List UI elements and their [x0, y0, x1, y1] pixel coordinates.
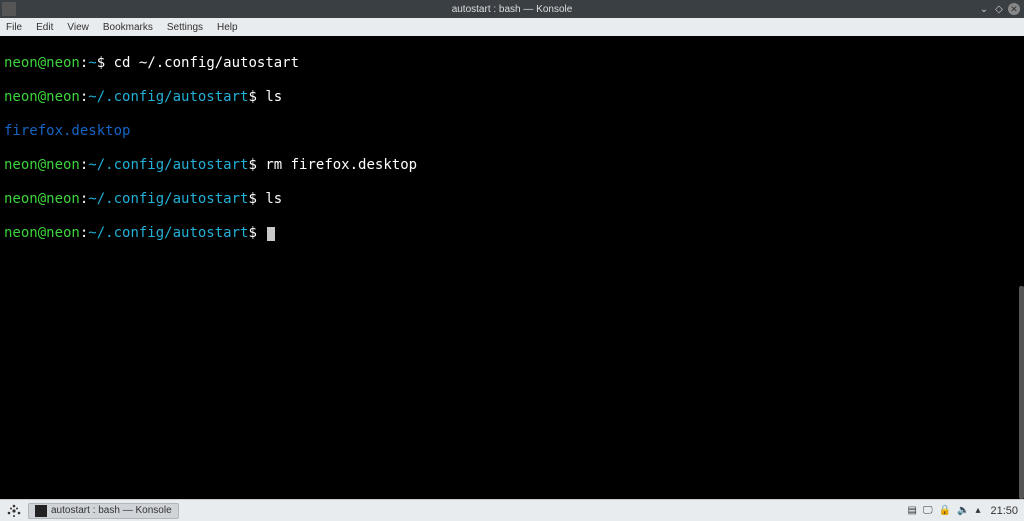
output-text: firefox.desktop	[4, 123, 130, 139]
app-icon	[2, 2, 16, 16]
prompt-user: neon@neon	[4, 225, 80, 241]
menu-view[interactable]: View	[67, 22, 89, 33]
terminal-line: neon@neon:~/.config/autostart$ ls	[4, 191, 1020, 208]
menu-file[interactable]: File	[6, 22, 22, 33]
menu-settings[interactable]: Settings	[167, 22, 203, 33]
prompt-user: neon@neon	[4, 55, 80, 71]
taskbar-task-konsole[interactable]: autostart : bash — Konsole	[28, 503, 179, 519]
tray-expand-icon[interactable]: ▴	[975, 505, 980, 516]
cursor-block	[267, 227, 275, 241]
terminal-scrollbar[interactable]	[1019, 286, 1024, 499]
terminal-line: neon@neon:~/.config/autostart$ ls	[4, 89, 1020, 106]
close-button[interactable]: ✕	[1008, 3, 1020, 15]
terminal-line: firefox.desktop	[4, 123, 1020, 140]
menu-bookmarks[interactable]: Bookmarks	[103, 22, 153, 33]
prompt-user: neon@neon	[4, 191, 80, 207]
menu-help[interactable]: Help	[217, 22, 238, 33]
command-text: cd ~/.config/autostart	[114, 55, 299, 71]
prompt-path: ~/.config/autostart	[88, 225, 248, 241]
command-text: ls	[265, 89, 282, 105]
window-controls: ⌄ ◇ ✕	[978, 3, 1020, 15]
command-text: rm firefox.desktop	[265, 157, 417, 173]
menubar: File Edit View Bookmarks Settings Help	[0, 18, 1024, 36]
command-text: ls	[265, 191, 282, 207]
display-tray-icon[interactable]: 🖵	[923, 505, 933, 516]
system-tray: ▤ 🖵 🔒 🔈 ▴ 21:50	[907, 505, 1018, 517]
maximize-button[interactable]: ◇	[993, 3, 1005, 15]
terminal-line: neon@neon:~$ cd ~/.config/autostart	[4, 55, 1020, 72]
terminal-line: neon@neon:~/.config/autostart$	[4, 225, 1020, 242]
task-label: autostart : bash — Konsole	[51, 505, 172, 516]
window-titlebar: autostart : bash — Konsole ⌄ ◇ ✕	[0, 0, 1024, 18]
prompt-path: ~/.config/autostart	[88, 157, 248, 173]
volume-tray-icon[interactable]: 🔈	[957, 505, 969, 516]
taskbar: autostart : bash — Konsole ▤ 🖵 🔒 🔈 ▴ 21:…	[0, 499, 1024, 521]
clock[interactable]: 21:50	[990, 505, 1018, 517]
prompt-user: neon@neon	[4, 89, 80, 105]
application-launcher-icon[interactable]	[6, 503, 22, 519]
konsole-icon	[35, 505, 47, 517]
window-title: autostart : bash — Konsole	[452, 4, 573, 15]
terminal-view[interactable]: neon@neon:~$ cd ~/.config/autostart neon…	[0, 36, 1024, 499]
prompt-path: ~/.config/autostart	[88, 191, 248, 207]
prompt-path: ~/.config/autostart	[88, 89, 248, 105]
clipboard-tray-icon[interactable]: ▤	[907, 505, 916, 516]
lock-tray-icon[interactable]: 🔒	[939, 505, 951, 516]
terminal-line: neon@neon:~/.config/autostart$ rm firefo…	[4, 157, 1020, 174]
prompt-user: neon@neon	[4, 157, 80, 173]
minimize-button[interactable]: ⌄	[978, 3, 990, 15]
prompt-path: ~	[88, 55, 96, 71]
menu-edit[interactable]: Edit	[36, 22, 53, 33]
